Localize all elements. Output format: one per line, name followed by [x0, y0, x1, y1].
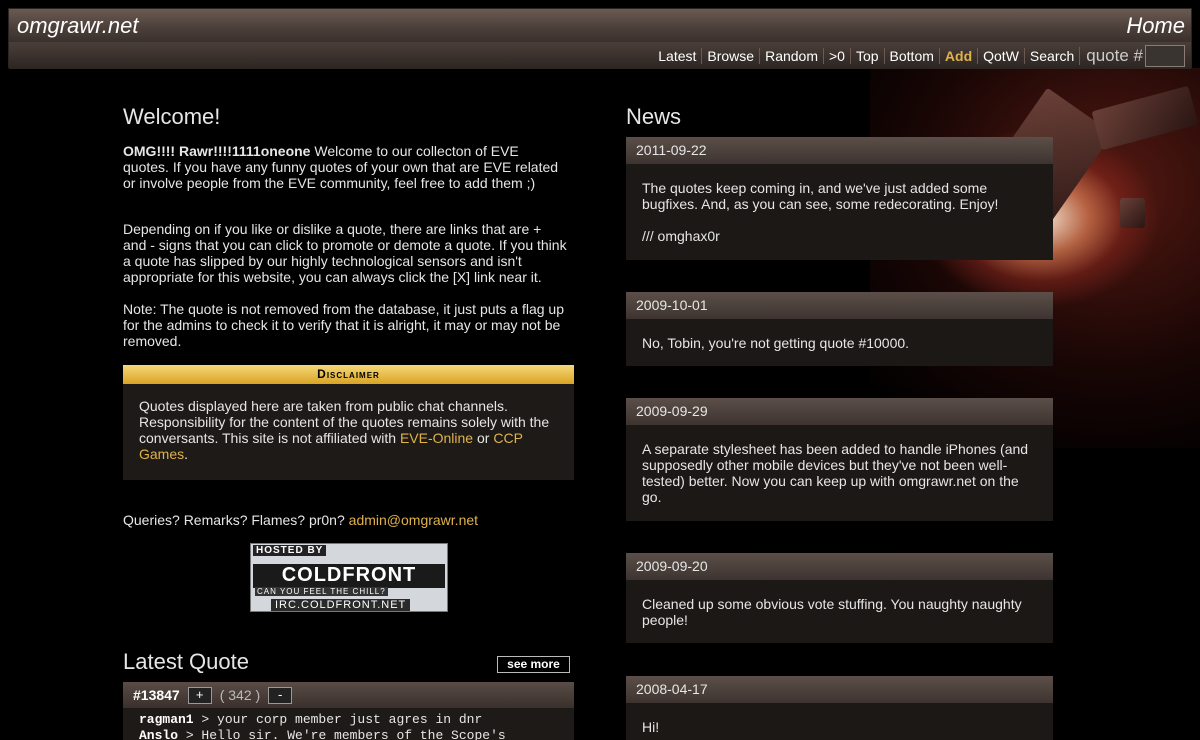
news-item: 2009-09-20 Cleaned up some obvious vote … — [626, 553, 1053, 643]
contact-text: Queries? Remarks? Flames? pr0n? — [123, 512, 349, 528]
upvote-button[interactable]: + — [187, 686, 212, 704]
quote-number-label: quote # — [1079, 46, 1143, 65]
news-text: The quotes keep coming in, and we've jus… — [626, 164, 1053, 260]
news-text: Cleaned up some obvious vote stuffing. Y… — [642, 596, 1022, 628]
news-item: 2009-10-01 No, Tobin, you're not getting… — [626, 292, 1053, 366]
latest-quote-heading: Latest Quote — [123, 649, 249, 674]
nav-top[interactable]: Top — [849, 47, 884, 64]
nav-search[interactable]: Search — [1023, 47, 1079, 64]
news-text: A separate stylesheet has been added to … — [642, 441, 1029, 505]
welcome-bold-intro: OMG!!!! Rawr!!!!1111oneone — [123, 143, 311, 159]
news-signature: /// omghax0r — [642, 228, 720, 244]
quote-nick: Anslo — [139, 728, 179, 740]
disclaimer-title: Disclaimer — [123, 365, 574, 384]
site-title-link[interactable]: omgrawr.net — [17, 13, 138, 39]
news-text-body: The quotes keep coming in, and we've jus… — [642, 180, 999, 212]
news-text: Hi! — [642, 719, 660, 735]
news-date: 2008-04-17 — [626, 676, 1053, 703]
nav-browse[interactable]: Browse — [701, 47, 759, 64]
nav-random[interactable]: Random — [759, 47, 823, 64]
quote-score: ( 342 ) — [219, 687, 261, 703]
welcome-heading: Welcome! — [123, 104, 221, 129]
quote-body: ragman1 > your corp member just agres in… — [123, 708, 574, 740]
banner-coldfront: COLDFRONT — [253, 564, 445, 588]
quote-header: #13847 + ( 342 ) - — [123, 682, 574, 708]
see-more-button[interactable]: see more — [497, 656, 570, 673]
admin-email-link[interactable]: admin@omgrawr.net — [349, 512, 478, 528]
news-item: 2009-09-29 A separate stylesheet has bee… — [626, 398, 1053, 521]
voting-paragraph: Depending on if you like or dislike a qu… — [123, 221, 567, 285]
nav-qotw[interactable]: QotW — [977, 47, 1024, 64]
downvote-button[interactable]: - — [268, 686, 293, 704]
disclaimer-box: Disclaimer Quotes displayed here are tak… — [123, 365, 574, 480]
home-link[interactable]: Home — [1126, 13, 1185, 39]
news-date: 2009-10-01 — [626, 292, 1053, 319]
contact-line: Queries? Remarks? Flames? pr0n? admin@om… — [123, 512, 478, 528]
quote-nick: ragman1 — [139, 712, 194, 727]
disclaimer-text-c: . — [184, 446, 189, 462]
welcome-paragraph: OMG!!!! Rawr!!!!1111oneone Welcome to ou… — [123, 143, 568, 191]
banner-irc: IRC.COLDFRONT.NET — [271, 599, 411, 611]
site-header: omgrawr.net Home Latest Browse Random >0… — [8, 8, 1192, 69]
quote-text: > Hello sir. We're members of the Scope'… — [178, 728, 506, 740]
quote-line: Anslo > Hello sir. We're members of the … — [139, 728, 558, 740]
news-item: 2008-04-17 Hi! — [626, 676, 1053, 740]
disclaimer-text: Quotes displayed here are taken from pub… — [123, 384, 574, 476]
nav-latest[interactable]: Latest — [653, 48, 701, 64]
news-date: 2009-09-29 — [626, 398, 1053, 425]
coldfront-banner[interactable]: HOSTED BY COLDFRONT CAN YOU FEEL THE CHI… — [250, 543, 448, 612]
banner-hosted-by: HOSTED BY — [253, 545, 327, 556]
main-nav: Latest Browse Random >0 Top Bottom Add Q… — [9, 42, 1191, 69]
news-heading: News — [626, 104, 682, 129]
banner-tagline: CAN YOU FEEL THE CHILL? — [255, 587, 388, 596]
note-paragraph: Note: The quote is not removed from the … — [123, 301, 564, 349]
quote-text: > your corp member just agres in dnr — [193, 712, 483, 727]
nav-positive[interactable]: >0 — [823, 47, 850, 64]
ship-decoration — [1091, 85, 1199, 151]
quote-line: ragman1 > your corp member just agres in… — [139, 712, 558, 728]
news-text: No, Tobin, you're not getting quote #100… — [642, 335, 910, 351]
news-item: 2011-09-22 The quotes keep coming in, an… — [626, 137, 1053, 260]
disclaimer-text-b: or — [473, 430, 494, 446]
news-date: 2011-09-22 — [626, 137, 1053, 164]
news-date: 2009-09-20 — [626, 553, 1053, 580]
quote-number-input[interactable] — [1145, 44, 1185, 67]
quote-id-link[interactable]: #13847 — [133, 687, 180, 703]
nav-add[interactable]: Add — [938, 47, 977, 64]
nav-bottom[interactable]: Bottom — [883, 47, 939, 64]
eve-online-link[interactable]: EVE-Online — [400, 430, 473, 446]
ship-decoration — [1120, 198, 1145, 228]
header-title-bar: omgrawr.net Home — [9, 9, 1191, 42]
